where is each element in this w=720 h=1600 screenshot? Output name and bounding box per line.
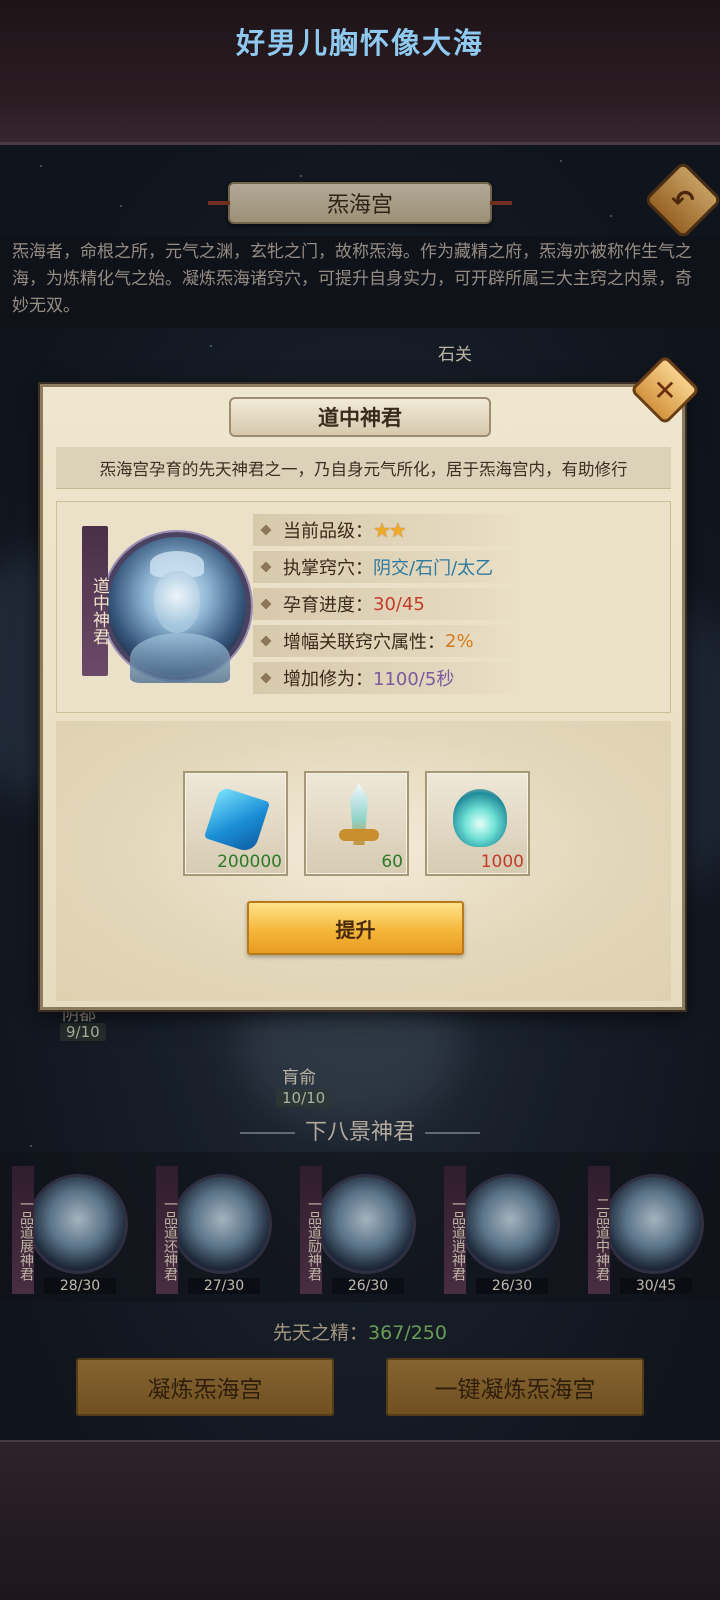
dialog-title: 道中神君 (229, 397, 491, 437)
top-bar: 好男儿胸怀像大海 (0, 0, 720, 145)
portrait-face (154, 571, 200, 633)
attr-label: 当前品级： (283, 521, 373, 542)
material-area: 200000 60 1000 提升 (56, 721, 671, 1001)
attr-cultivation: 增加修为： 1100/5秒 (253, 662, 523, 694)
attr-value: 阴交/石门/太乙 (373, 558, 494, 579)
attr-value: 2% (445, 630, 474, 652)
material-count: 60 (381, 852, 403, 872)
close-icon: ✕ (653, 373, 677, 407)
material-count: 1000 (480, 852, 524, 872)
attr-acupoints: 执掌窍穴： 阴交/石门/太乙 (253, 551, 523, 583)
spirit-flame-icon (453, 789, 507, 847)
diamond-bullet-icon (258, 596, 274, 612)
deity-name-tag: 道中神君 (82, 526, 109, 676)
attr-label: 执掌窍穴： (283, 558, 373, 579)
deity-detail-dialog: 道中神君 ✕ 炁海宫孕育的先天神君之一，乃自身元气所化，居于炁海宫内，有助修行 … (40, 354, 701, 1010)
diamond-bullet-icon (258, 633, 274, 649)
diamond-bullet-icon (258, 670, 274, 686)
blue-crystal-icon (203, 786, 271, 854)
bottom-bar (0, 1440, 720, 1600)
attr-label: 增幅关联窍穴属性： (283, 632, 445, 653)
diamond-bullet-icon (258, 522, 274, 538)
portrait-robe (130, 633, 230, 683)
page-title: 好男儿胸怀像大海 (235, 26, 484, 60)
upgrade-button[interactable]: 提升 (247, 901, 464, 955)
deity-info-panel: 道中神君 当前品级： ★★ 执掌窍穴： 阴交/石门/太乙 孕育进度： 30/45… (56, 501, 671, 713)
attr-grade: 当前品级： ★★ (253, 514, 523, 546)
attr-progress: 孕育进度： 30/45 (253, 588, 523, 620)
material-slot[interactable]: 1000 (425, 771, 530, 876)
deity-portrait (103, 532, 251, 683)
sword-guard (339, 829, 379, 841)
attr-label: 孕育进度： (283, 595, 373, 616)
diamond-bullet-icon (258, 559, 274, 575)
attr-label: 增加修为： (283, 669, 373, 690)
material-count: 200000 (217, 852, 282, 872)
attr-value: 30/45 (373, 593, 425, 615)
grade-stars: ★★ (373, 518, 407, 542)
attr-value: 1100/5秒 (373, 669, 455, 690)
material-slot[interactable]: 60 (304, 771, 409, 876)
material-slot[interactable]: 200000 (183, 771, 288, 876)
attr-boost: 增幅关联窍穴属性： 2% (253, 625, 523, 657)
dialog-description: 炁海宫孕育的先天神君之一，乃自身元气所化，居于炁海宫内，有助修行 (56, 447, 671, 489)
